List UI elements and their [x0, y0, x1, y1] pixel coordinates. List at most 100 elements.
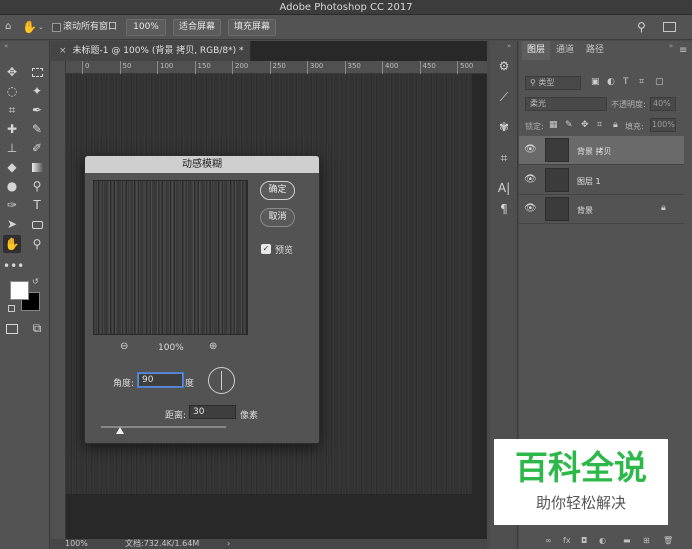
filter-type-icon[interactable]: T [623, 77, 629, 87]
eye-icon[interactable]: 👁︎ [524, 174, 537, 186]
eye-icon[interactable]: 👁︎ [524, 144, 537, 156]
character-panel-icon[interactable]: A| [495, 179, 513, 197]
hand-tool-icon[interactable]: ✋ [3, 235, 21, 253]
angle-label: 角度: [113, 379, 135, 389]
layer-name[interactable]: 背景 拷贝 [577, 146, 612, 157]
lasso-tool-icon[interactable]: ◌ [3, 82, 21, 100]
properties-panel-icon[interactable]: ⚙ [495, 57, 513, 75]
workspace-icon[interactable] [663, 22, 676, 32]
distance-slider-thumb[interactable] [115, 427, 124, 434]
group-icon[interactable]: ▬ [623, 536, 631, 545]
shape-tool-icon[interactable] [28, 215, 46, 233]
zoom-tool-icon[interactable]: ⚲ [28, 235, 46, 253]
status-bar: 100% 文档:732.4K/1.64M › [51, 539, 487, 549]
preview-checkbox[interactable]: ✓ [261, 244, 271, 254]
histogram-panel-icon[interactable]: ⟋ [495, 88, 513, 106]
foreground-color-swatch[interactable] [10, 281, 29, 300]
cancel-button[interactable]: 取消 [260, 208, 295, 227]
search-icon[interactable]: ⚲ [637, 18, 653, 36]
path-selection-tool-icon[interactable]: ➤ [3, 215, 21, 233]
adjustments-panel-icon[interactable]: ✾ [495, 118, 513, 136]
layer-row-background[interactable]: 👁︎ 背景 🔒︎ [519, 195, 684, 224]
zoom-value-button[interactable]: 100% [126, 19, 166, 36]
filter-pixel-icon[interactable]: ▣ [591, 77, 600, 87]
marquee-tool-icon[interactable] [28, 63, 46, 81]
layer-thumbnail [545, 197, 569, 221]
new-layer-icon[interactable]: ⊞ [643, 536, 650, 545]
eraser-tool-icon[interactable]: ◆ [3, 158, 21, 176]
lock-artboard-icon[interactable]: ⌗ [597, 120, 602, 130]
gradient-tool-icon[interactable] [28, 158, 46, 176]
fill-screen-button[interactable]: 填充屏幕 [228, 19, 276, 36]
fill-input[interactable]: 100% [650, 118, 676, 132]
layer-name[interactable]: 图层 1 [577, 176, 601, 187]
kind-filter-select[interactable]: ⚲ 类型 [525, 76, 581, 90]
layer-name[interactable]: 背景 [577, 205, 593, 216]
layer-row-background-copy[interactable]: 👁︎ 背景 拷贝 [519, 136, 684, 165]
lock-all-icon[interactable]: 🔒︎ [613, 120, 618, 130]
blend-mode-select[interactable]: 柔光 [525, 97, 607, 111]
swap-colors-icon[interactable]: ↺ [32, 277, 39, 286]
blur-preview[interactable] [93, 180, 248, 335]
opacity-input[interactable]: 40% [650, 97, 676, 111]
tab-paths[interactable]: 路径 [581, 41, 609, 60]
crop-panel-icon[interactable]: ⌗ [495, 149, 513, 167]
lock-image-icon[interactable]: ✎ [565, 120, 573, 130]
more-tools-icon[interactable]: ••• [3, 257, 24, 275]
filter-shape-icon[interactable]: ⌗ [639, 77, 644, 87]
filter-adjustment-icon[interactable]: ◐ [607, 77, 615, 87]
brush-tool-icon[interactable]: ✎ [28, 120, 46, 138]
tab-channels[interactable]: 通道 [551, 41, 579, 60]
paragraph-panel-icon[interactable]: ¶ [495, 200, 513, 218]
photoshop-window: Adobe Photoshop CC 2017 ⌂ ✋ ⌄ 滚动所有窗口 100… [0, 0, 692, 549]
status-menu-icon[interactable]: › [227, 539, 230, 549]
layer-row-layer-1[interactable]: 👁︎ 图层 1 [519, 166, 684, 195]
filter-smart-object-icon[interactable]: ▢ [655, 77, 664, 87]
blur-tool-icon[interactable]: ● [3, 177, 21, 195]
add-mask-icon[interactable]: ◘ [581, 536, 587, 545]
adjustment-layer-icon[interactable]: ◐ [599, 536, 606, 545]
distance-input[interactable]: 30 [189, 405, 236, 419]
home-icon[interactable]: ⌂ [5, 19, 19, 35]
eye-icon[interactable]: 👁︎ [524, 203, 537, 215]
type-tool-icon[interactable]: T [28, 196, 46, 214]
lock-position-icon[interactable]: ✥ [581, 120, 589, 130]
default-colors-icon[interactable] [8, 305, 15, 312]
layer-thumbnail [545, 138, 569, 162]
layer-style-icon[interactable]: fx [563, 536, 571, 545]
hand-tool-icon[interactable]: ✋ [22, 19, 38, 35]
move-tool-icon[interactable]: ✥ [3, 63, 21, 81]
link-layers-icon[interactable]: ∞ [545, 536, 552, 545]
dodge-tool-icon[interactable]: ⚲ [28, 177, 46, 195]
delete-layer-icon[interactable]: 🗑︎ [663, 536, 673, 545]
status-zoom[interactable]: 100% [65, 539, 88, 549]
magic-wand-tool-icon[interactable]: ✦ [28, 82, 46, 100]
distance-label: 距离: [165, 411, 187, 421]
quick-mask-icon[interactable] [3, 319, 21, 337]
collapse-icon[interactable]: » [507, 42, 511, 50]
scroll-all-checkbox[interactable] [52, 23, 61, 32]
panel-collapse-icon[interactable]: » [669, 42, 673, 50]
collapse-icon[interactable]: « [4, 42, 8, 50]
crop-tool-icon[interactable]: ⌗ [3, 101, 21, 119]
document-tab[interactable]: × 未标题-1 @ 100% (背景 拷贝, RGB/8*) * [51, 41, 251, 61]
close-icon[interactable]: × [59, 46, 67, 56]
angle-dial[interactable] [208, 367, 235, 394]
chevron-down-icon[interactable]: ⌄ [38, 19, 46, 35]
ruler-tick: 0 [82, 61, 89, 74]
pen-tool-icon[interactable]: ✑ [3, 196, 21, 214]
zoom-out-icon[interactable]: ⊖ [120, 341, 128, 352]
panel-menu-icon[interactable]: ≡ [679, 45, 687, 56]
fit-screen-button[interactable]: 适合屏幕 [173, 19, 221, 36]
tab-layers[interactable]: 图层 [522, 41, 551, 60]
scroll-all-label: 滚动所有窗口 [63, 22, 118, 32]
zoom-in-icon[interactable]: ⊕ [209, 341, 217, 352]
history-brush-tool-icon[interactable]: ✐ [28, 139, 46, 157]
angle-input[interactable]: 90 [138, 373, 183, 387]
healing-brush-tool-icon[interactable]: ✚ [3, 120, 21, 138]
stamp-tool-icon[interactable]: ⊥ [3, 139, 21, 157]
screen-mode-icon[interactable]: ⧉ [28, 319, 46, 337]
lock-transparent-icon[interactable]: ▦ [549, 120, 558, 130]
eyedropper-tool-icon[interactable]: ✒ [28, 101, 46, 119]
ok-button[interactable]: 确定 [260, 181, 295, 200]
